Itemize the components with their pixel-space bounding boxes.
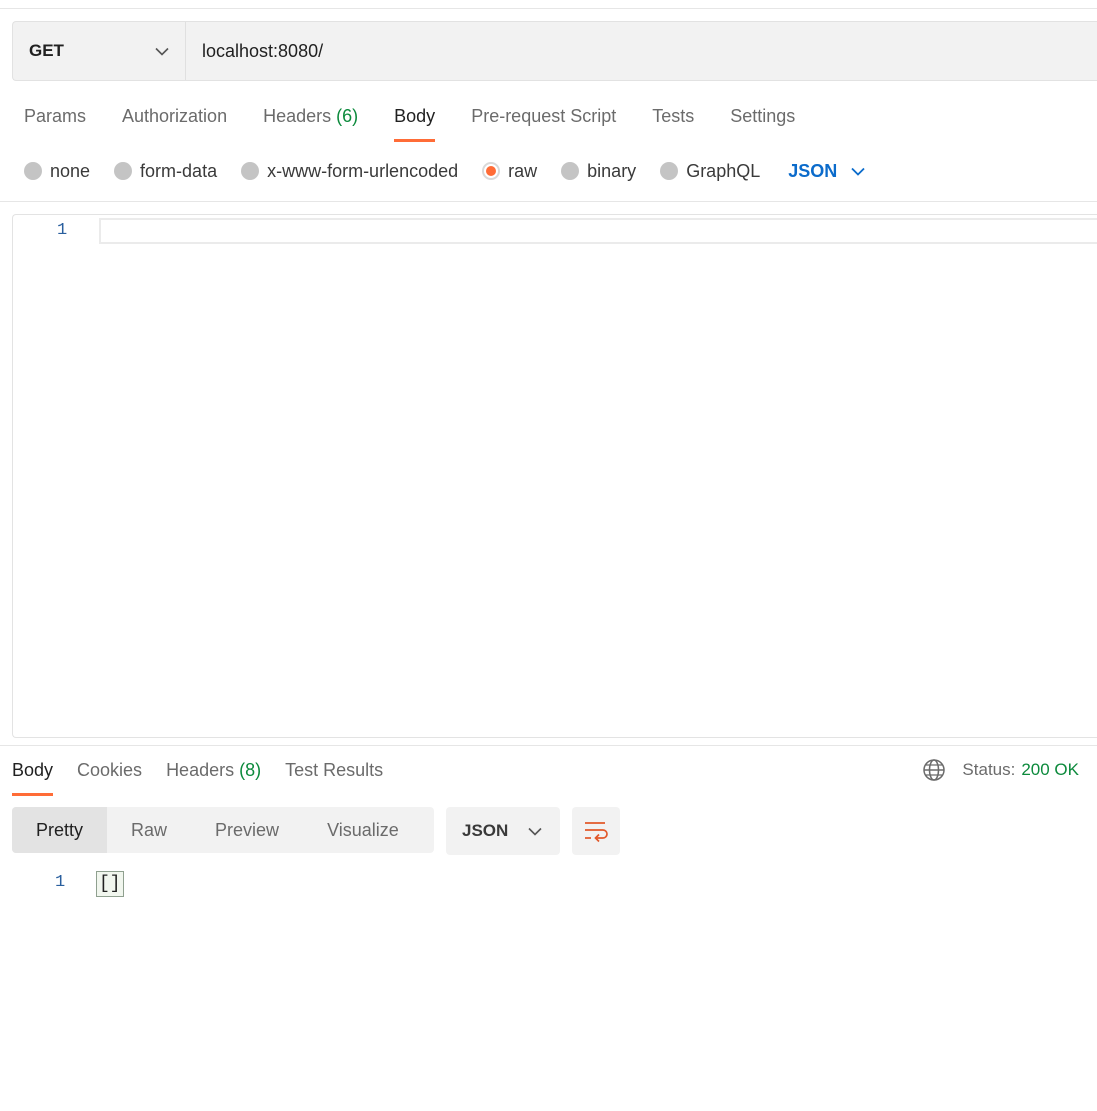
line-number: 1 [57, 221, 68, 240]
tab-label: Tests [652, 106, 695, 126]
wrap-lines-icon [585, 822, 608, 843]
request-body-editor[interactable]: 1 [12, 214, 1097, 738]
url-input[interactable] [186, 22, 1097, 80]
tab-label: Test Results [285, 760, 384, 780]
tab-authorization[interactable]: Authorization [122, 100, 227, 142]
tab-label: Pre-request Script [471, 106, 617, 126]
view-raw-button[interactable]: Raw [107, 807, 191, 853]
chevron-down-icon [155, 47, 169, 56]
view-pretty-button[interactable]: Pretty [12, 807, 108, 853]
body-type-options: none form-data x-www-form-urlencoded raw… [24, 159, 865, 183]
status-value[interactable]: 200 OK [1021, 760, 1079, 780]
tab-label: Authorization [122, 106, 228, 126]
editor-active-line[interactable] [99, 218, 1097, 244]
response-status: Status: 200 OK [922, 758, 1079, 782]
globe-icon[interactable] [922, 758, 946, 782]
request-tabs: Params Authorization Headers (6) Body Pr… [24, 100, 831, 142]
radio-label: binary [587, 160, 637, 181]
response-tab-cookies[interactable]: Cookies [77, 754, 142, 796]
request-url-bar: GET [12, 21, 1097, 81]
response-line-number: 1 [55, 873, 66, 892]
response-body-content[interactable]: [] [96, 871, 124, 897]
view-preview-button[interactable]: Preview [191, 807, 303, 853]
pane-divider [0, 745, 1097, 746]
radio-label: form-data [140, 160, 218, 181]
response-tabs: Body Cookies Headers (8) Test Results [12, 754, 407, 796]
radio-icon [24, 162, 42, 180]
status-label: Status: [962, 760, 1016, 779]
method-select[interactable]: GET [13, 22, 186, 80]
tab-label: Body [12, 760, 54, 780]
radio-binary[interactable]: binary [561, 161, 636, 182]
tab-count: (6) [336, 106, 359, 126]
top-divider [0, 8, 1097, 9]
tab-label: Headers [263, 106, 332, 126]
wrap-lines-button[interactable] [572, 807, 620, 855]
tab-pre-request-script[interactable]: Pre-request Script [471, 100, 616, 142]
radio-icon [241, 162, 260, 180]
radio-none[interactable]: none [24, 161, 90, 182]
chevron-down-icon [851, 167, 865, 176]
radio-graphql[interactable]: GraphQL [660, 161, 760, 182]
chevron-down-icon [528, 827, 542, 836]
body-language-label: JSON [788, 160, 838, 181]
response-view-modes: Pretty Raw Preview Visualize [12, 807, 434, 853]
radio-icon [561, 162, 580, 180]
body-language-select[interactable]: JSON [788, 161, 865, 182]
tab-label: Cookies [77, 760, 143, 780]
response-format-label: JSON [462, 821, 509, 840]
radio-form-data[interactable]: form-data [114, 161, 217, 182]
tab-body[interactable]: Body [394, 100, 436, 142]
tab-label: Settings [730, 106, 796, 126]
tab-params[interactable]: Params [24, 100, 86, 142]
radio-label: raw [508, 160, 538, 181]
tab-label: Params [24, 106, 87, 126]
radio-label: none [50, 160, 91, 181]
radio-label: GraphQL [686, 160, 761, 181]
radio-label: x-www-form-urlencoded [267, 160, 459, 181]
response-format-select[interactable]: JSON [446, 807, 560, 855]
response-tab-body[interactable]: Body [12, 754, 54, 796]
view-visualize-button[interactable]: Visualize [303, 807, 423, 853]
response-tab-headers[interactable]: Headers (8) [166, 754, 261, 796]
tab-count: (8) [239, 760, 262, 780]
tab-label: Headers [166, 760, 235, 780]
radio-icon [660, 162, 679, 180]
radio-raw[interactable]: raw [482, 161, 537, 182]
section-divider [0, 201, 1097, 202]
tab-tests[interactable]: Tests [652, 100, 694, 142]
radio-icon [114, 162, 133, 180]
radio-selected-icon [482, 162, 501, 180]
method-label: GET [29, 41, 64, 60]
radio-x-www-form-urlencoded[interactable]: x-www-form-urlencoded [241, 161, 458, 182]
tab-headers[interactable]: Headers (6) [263, 100, 358, 142]
tab-settings[interactable]: Settings [730, 100, 795, 142]
response-tab-test-results[interactable]: Test Results [285, 754, 383, 796]
tab-label: Body [394, 106, 436, 126]
